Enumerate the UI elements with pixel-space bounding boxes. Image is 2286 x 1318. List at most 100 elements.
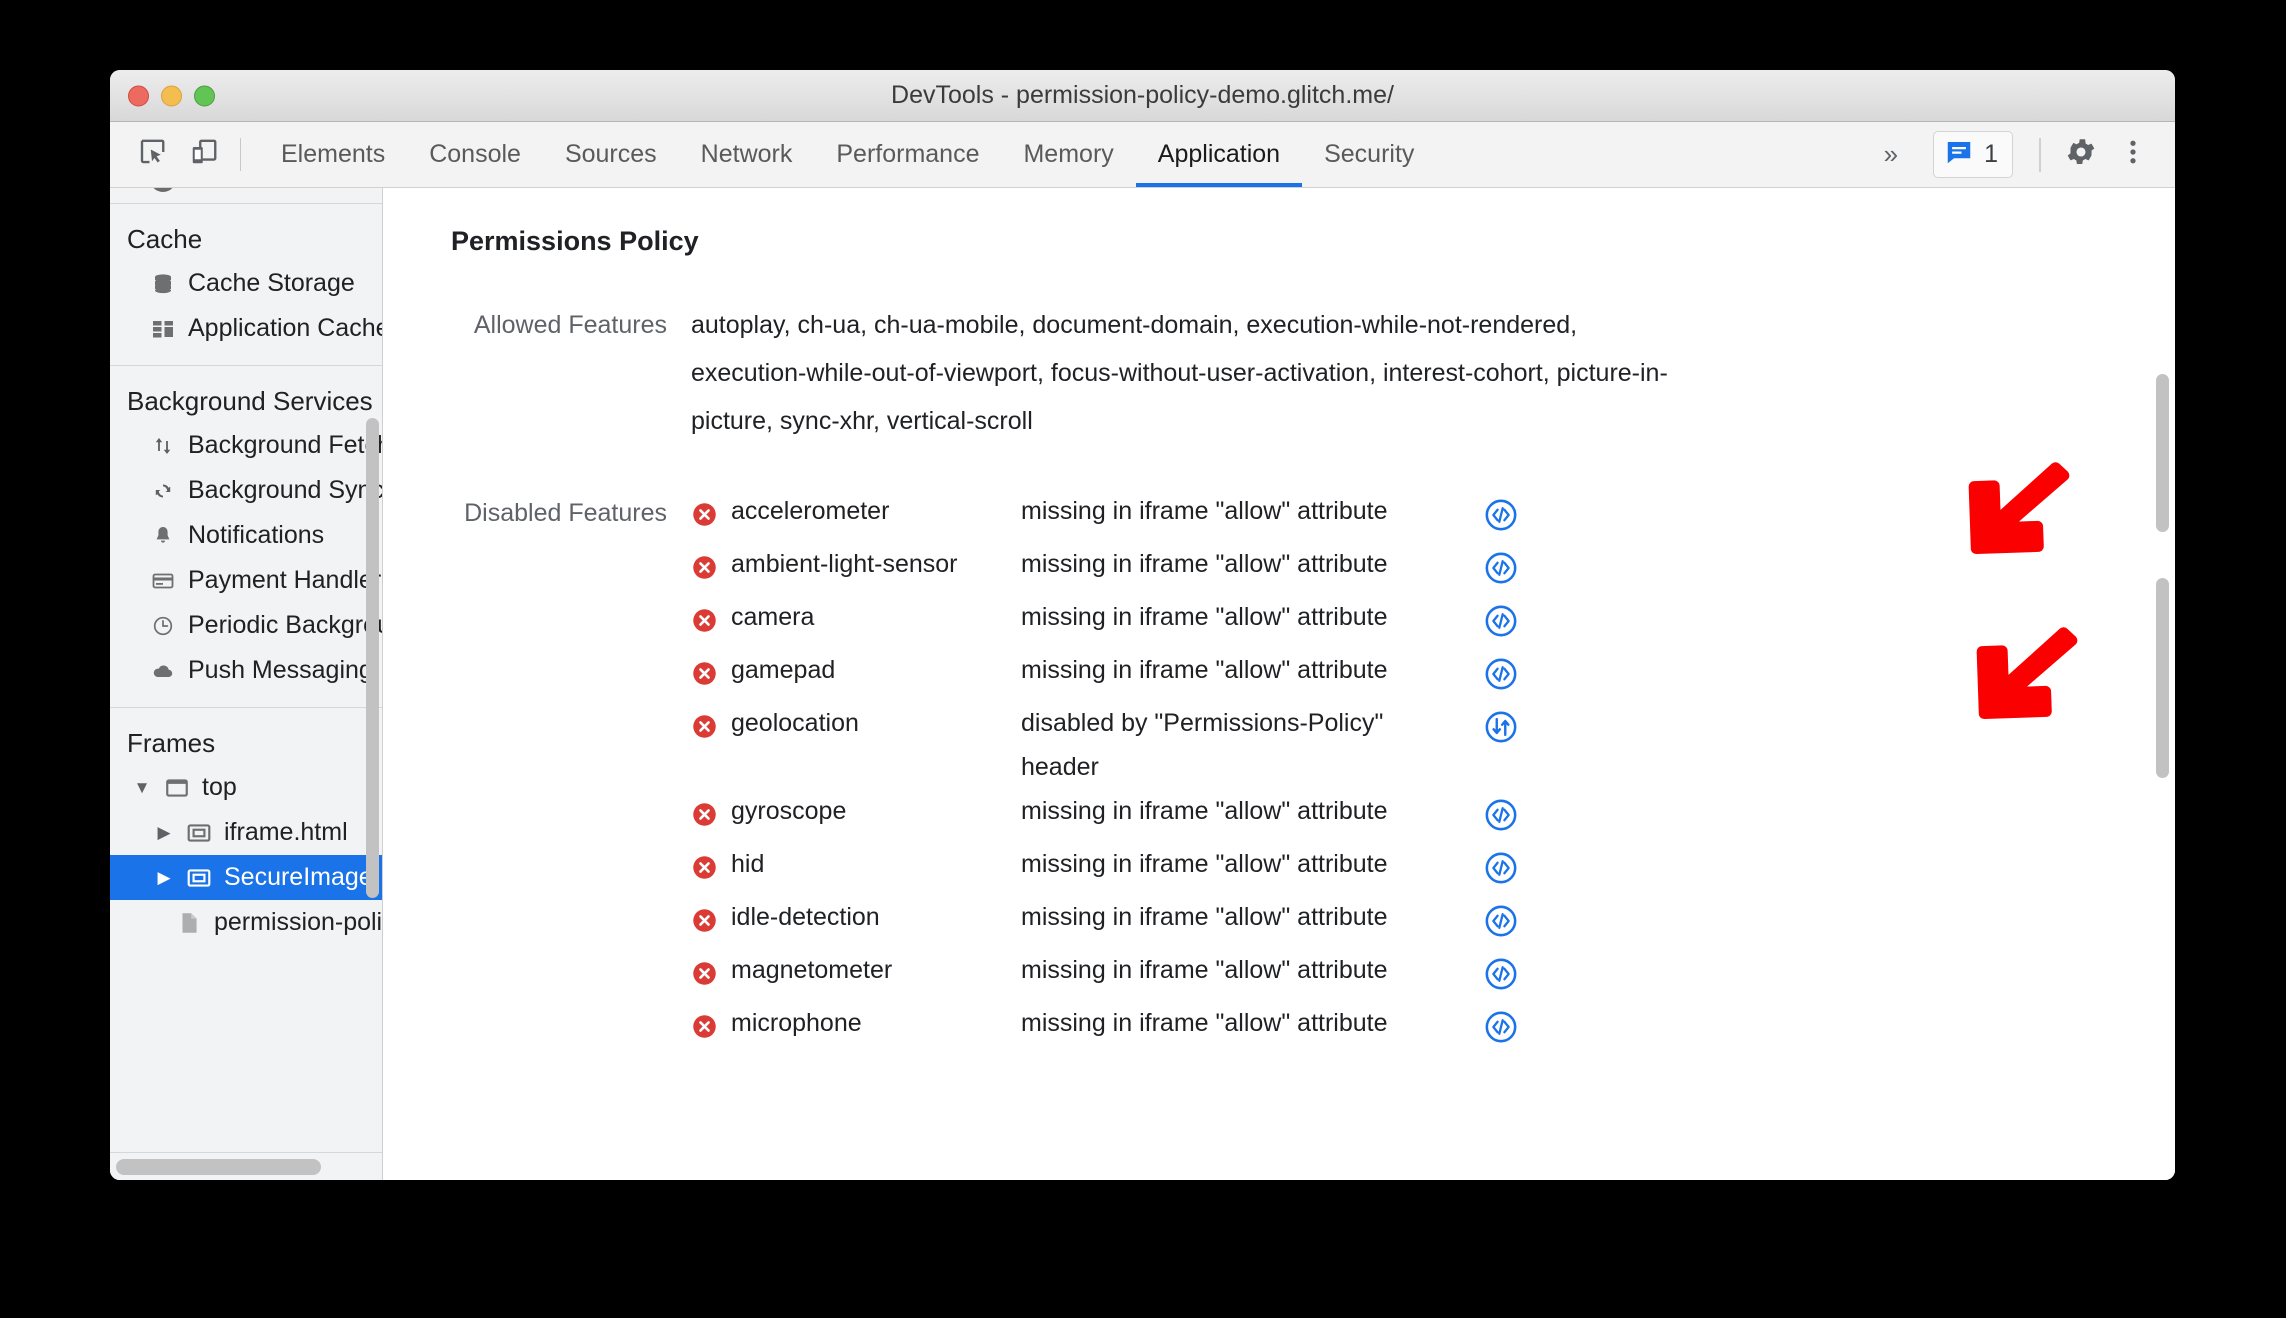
more-options-button[interactable] <box>2109 131 2157 179</box>
network-request-icon <box>1485 711 1517 743</box>
feature-name: gyroscope <box>731 797 847 825</box>
reveal-in-elements-button[interactable] <box>1441 489 1561 532</box>
code-icon <box>1485 958 1517 990</box>
feature-name: gamepad <box>731 656 836 684</box>
tab-memory[interactable]: Memory <box>1001 122 1135 187</box>
maximize-window-button[interactable] <box>194 85 215 106</box>
table-row: hid missing in iframe "allow" attribute <box>691 842 2175 895</box>
reveal-in-elements-button[interactable] <box>1441 542 1561 585</box>
table-row: magnetometer missing in iframe "allow" a… <box>691 948 2175 1001</box>
table-row: camera missing in iframe "allow" attribu… <box>691 595 2175 648</box>
feature-reason: missing in iframe "allow" attribute <box>1021 550 1388 578</box>
sidebar-vertical-scrollbar[interactable] <box>366 418 379 898</box>
toolbar-separator <box>2039 137 2041 172</box>
console-message-count: 1 <box>1984 140 1998 168</box>
reveal-in-elements-button[interactable] <box>1441 842 1561 885</box>
minimize-window-button[interactable] <box>161 85 182 106</box>
tab-elements[interactable]: Elements <box>259 122 407 187</box>
tab-label: Elements <box>281 140 386 168</box>
more-tabs-button[interactable]: » <box>1860 139 1919 170</box>
feature-name: camera <box>731 603 815 631</box>
reveal-in-network-button[interactable] <box>1441 701 1561 744</box>
close-window-button[interactable] <box>128 85 149 106</box>
reveal-in-elements-button[interactable] <box>1441 595 1561 638</box>
feature-name: accelerometer <box>731 497 890 525</box>
tab-console[interactable]: Console <box>407 122 543 187</box>
reveal-in-elements-button[interactable] <box>1441 1001 1561 1044</box>
chevron-right-icon[interactable]: ▶ <box>154 868 174 888</box>
cloud-icon <box>150 658 176 684</box>
settings-button[interactable] <box>2057 131 2105 179</box>
device-toolbar-toggle-button[interactable] <box>178 122 230 187</box>
error-x-icon <box>691 498 718 542</box>
feature-reason: missing in iframe "allow" attribute <box>1021 497 1388 525</box>
sidebar-item-periodic-background-sync[interactable]: Periodic Backgroun <box>110 603 382 648</box>
gear-icon <box>2064 135 2098 174</box>
feature-reason: missing in iframe "allow" attribute <box>1021 603 1388 631</box>
chevron-down-icon[interactable]: ▼ <box>132 778 152 798</box>
disabled-feature-name-cell: accelerometer <box>691 489 1021 542</box>
error-x-icon <box>691 604 718 648</box>
inspect-element-button[interactable] <box>126 122 178 187</box>
sidebar-scroll-area[interactable]: Cache Cache Storage Application Cache Ba… <box>110 188 382 1152</box>
application-panel: Cache Cache Storage Application Cache Ba… <box>110 188 2175 1180</box>
disabled-features-group: Disabled Features accelerometer missing … <box>451 489 2175 1054</box>
reveal-in-elements-button[interactable] <box>1441 948 1561 991</box>
table-row: gyroscope missing in iframe "allow" attr… <box>691 789 2175 842</box>
reveal-in-elements-button[interactable] <box>1441 895 1561 938</box>
disabled-features-label: Disabled Features <box>464 499 667 527</box>
sidebar-item-background-sync[interactable]: Background Sync <box>110 468 382 513</box>
sidebar-item-label: Background Fetch <box>188 431 382 459</box>
code-icon <box>1485 658 1517 690</box>
sidebar-item-background-fetch[interactable]: Background Fetch <box>110 423 382 468</box>
permissions-policy-view: Permissions Policy Allowed Features auto… <box>383 188 2175 1180</box>
tab-label: Performance <box>836 140 980 168</box>
devtools-window: DevTools - permission-policy-demo.glitch… <box>110 70 2175 1180</box>
application-sidebar: Cache Cache Storage Application Cache Ba… <box>110 188 383 1180</box>
sidebar-item-notifications[interactable]: Notifications <box>110 513 382 558</box>
reveal-in-elements-button[interactable] <box>1441 648 1561 691</box>
feature-reason: missing in iframe "allow" attribute <box>1021 1009 1388 1037</box>
sidebar-item-push-messaging[interactable]: Push Messaging <box>110 648 382 693</box>
sidebar-item-resource-permission-policy[interactable]: permission-policy <box>110 900 382 945</box>
code-icon <box>1485 852 1517 884</box>
main-vertical-scrollbar-thumb-upper[interactable] <box>2156 374 2169 532</box>
console-message-icon <box>1944 137 1974 172</box>
sidebar-item-cache-storage[interactable]: Cache Storage <box>110 261 382 306</box>
sidebar-item-payment-handler[interactable]: Payment Handler <box>110 558 382 603</box>
sidebar-section-background-services: Background Services Background Fetch Bac… <box>110 366 382 708</box>
console-message-badge[interactable]: 1 <box>1933 131 2013 178</box>
reveal-in-elements-button[interactable] <box>1441 789 1561 832</box>
tab-security[interactable]: Security <box>1302 122 1436 187</box>
tab-application[interactable]: Application <box>1135 122 1303 187</box>
feature-name: idle-detection <box>731 903 880 931</box>
tab-sources[interactable]: Sources <box>543 122 679 187</box>
error-x-icon <box>691 1010 718 1054</box>
sidebar-item-label: Cache Storage <box>188 269 355 297</box>
sidebar-item-frame-iframe-html[interactable]: ▶ iframe.html <box>110 810 382 855</box>
tab-performance[interactable]: Performance <box>814 122 1001 187</box>
sidebar-section-title: Frames <box>127 728 216 758</box>
sidebar-horizontal-scrollbar-thumb[interactable] <box>116 1159 321 1175</box>
disabled-feature-name-cell: microphone <box>691 1001 1021 1054</box>
sidebar-horizontal-scrollbar-track[interactable] <box>110 1152 382 1180</box>
sidebar-item-application-cache[interactable]: Application Cache <box>110 306 382 351</box>
clock-icon <box>150 613 176 639</box>
main-vertical-scrollbar-thumb-lower[interactable] <box>2156 578 2169 778</box>
code-icon <box>1485 1011 1517 1043</box>
table-row: ambient-light-sensor missing in iframe "… <box>691 542 2175 595</box>
feature-name: hid <box>731 850 765 878</box>
feature-name: magnetometer <box>731 956 893 984</box>
sidebar-item-label: Notifications <box>188 521 325 549</box>
disabled-features-list: accelerometer missing in iframe "allow" … <box>691 489 2175 1054</box>
sidebar-item-label: Background Sync <box>188 476 382 504</box>
chevron-right-icon[interactable]: ▶ <box>154 823 174 843</box>
tab-network[interactable]: Network <box>679 122 815 187</box>
device-toolbar-icon <box>189 137 219 172</box>
error-x-icon <box>691 551 718 595</box>
sidebar-item-frame-top[interactable]: ▼ top <box>110 765 382 810</box>
sidebar-item-frame-secureimage[interactable]: ▶ SecureImage <box>110 855 382 900</box>
disabled-feature-name-cell: geolocation <box>691 701 1021 754</box>
code-icon <box>1485 799 1517 831</box>
sidebar-item-label: Periodic Backgroun <box>188 611 382 639</box>
